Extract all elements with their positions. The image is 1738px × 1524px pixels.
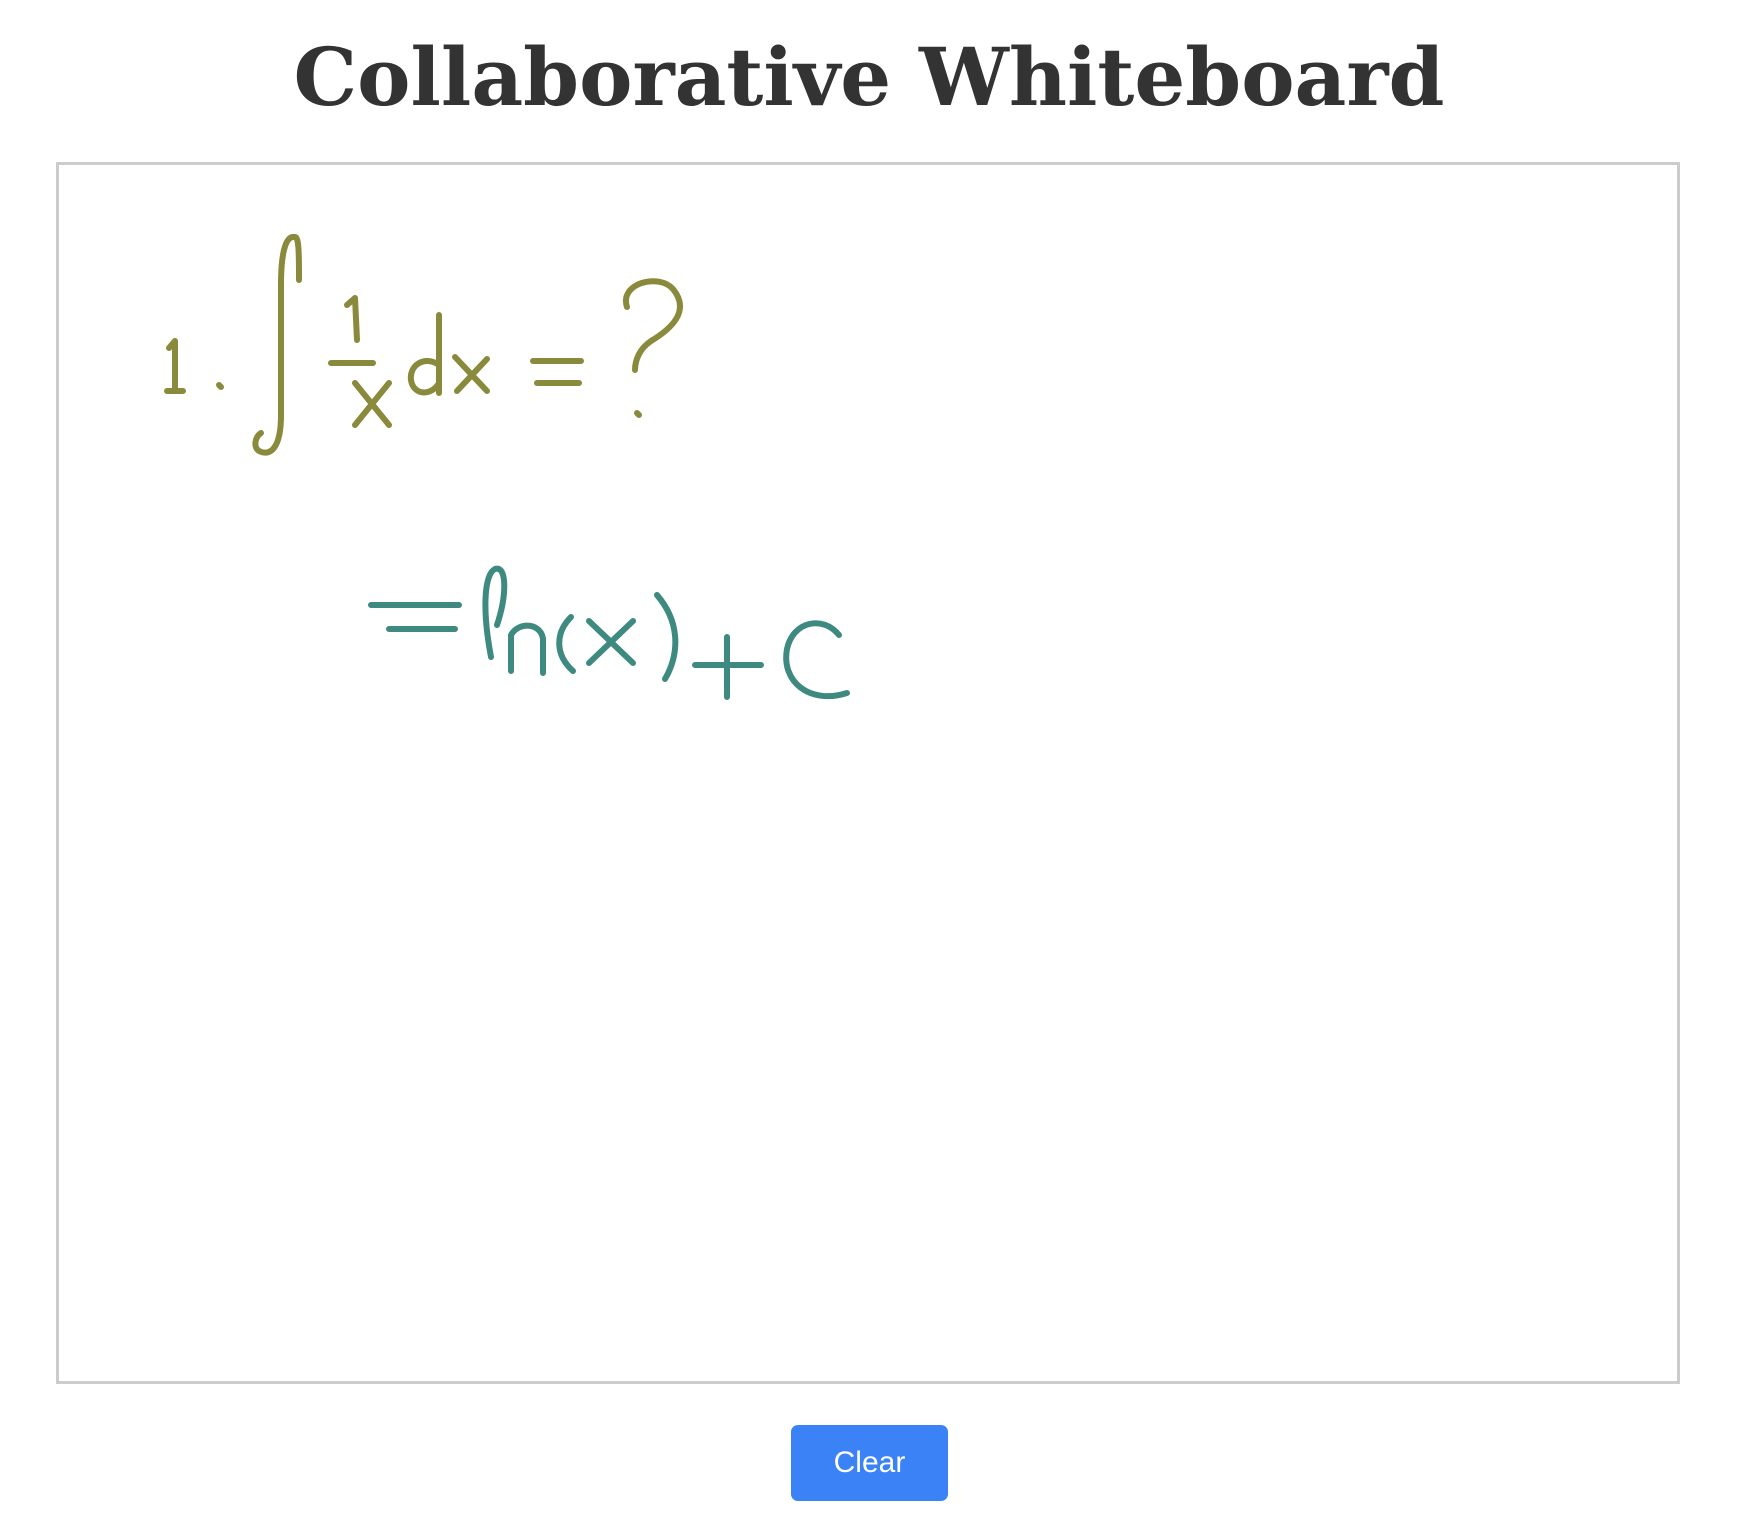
- clear-button[interactable]: Clear: [791, 1425, 948, 1501]
- page-title: Collaborative Whiteboard: [293, 30, 1445, 124]
- handwriting-answer: [368, 565, 850, 700]
- whiteboard-drawing[interactable]: [59, 165, 1677, 1381]
- whiteboard-canvas[interactable]: [56, 162, 1680, 1384]
- page: Collaborative Whiteboard Clear: [0, 0, 1738, 1524]
- handwriting-problem: [164, 234, 683, 456]
